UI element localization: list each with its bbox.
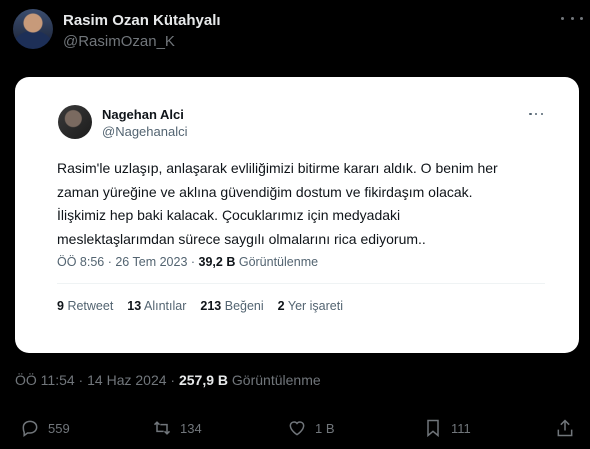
quoted-quotes-stat[interactable]: 13 Alıntılar [127,299,186,313]
action-bar: 559 134 1 B 111 [0,418,590,444]
retweet-button[interactable]: 134 [152,418,202,438]
reply-button[interactable]: 559 [20,418,70,438]
reply-count: 559 [48,420,70,436]
quoted-tweet-card[interactable]: Nagehan Alci @Nagehanalci Rasim'le uzlaş… [15,77,579,353]
quoted-views-label: Görüntülenme [238,255,319,269]
quoted-date[interactable]: 26 Tem 2023 [115,255,187,269]
retweet-count: 134 [180,420,202,436]
more-icon[interactable] [561,11,583,25]
retweet-icon [153,421,171,435]
author-avatar[interactable] [13,9,53,49]
tweet-date[interactable]: 14 Haz 2024 [87,372,166,388]
like-count: 1 B [315,420,335,436]
bookmark-icon [427,419,439,438]
quoted-stats: 9 Retweet 13 Alıntılar 213 Beğeni 2 Yer … [57,299,343,313]
quoted-bookmarks-stat[interactable]: 2 Yer işareti [278,299,343,313]
bookmark-count: 111 [451,420,471,436]
tweet-views-count: 257,9 B [178,372,229,388]
quoted-retweets-stat[interactable]: 9 Retweet [57,299,113,313]
tweet-time[interactable]: ÖÖ 11:54 [15,372,75,388]
divider [57,283,545,284]
author-handle[interactable]: @RasimOzan_K [63,33,175,50]
quoted-views-count: 39,2 B [198,255,236,269]
bookmark-button[interactable]: 111 [423,418,471,438]
quoted-author-handle[interactable]: @Nagehanalci [102,124,187,139]
tweet-views-label: Görüntülenme [231,372,321,388]
share-icon [557,419,573,437]
heart-icon [289,421,305,436]
quoted-tweet-meta: ÖÖ 8:56 · 26 Tem 2023 · 39,2 B Görüntüle… [57,255,319,269]
quoted-more-icon[interactable] [529,112,543,116]
quoted-tweet-text: Rasim'le uzlaşıp, anlaşarak evliliğimizi… [57,160,498,247]
quoted-author-name[interactable]: Nagehan Alci [102,107,184,122]
quoted-author-avatar[interactable] [58,105,92,139]
quoted-time[interactable]: ÖÖ 8:56 [57,255,104,269]
author-name[interactable]: Rasim Ozan Kütahyalı [63,12,221,29]
like-button[interactable]: 1 B [287,418,335,438]
share-button[interactable] [555,418,575,438]
quoted-likes-stat[interactable]: 213 Beğeni [200,299,263,313]
tweet-meta: ÖÖ 11:54 · 14 Haz 2024 · 257,9 B Görüntü… [15,372,321,388]
comment-icon [22,420,38,437]
